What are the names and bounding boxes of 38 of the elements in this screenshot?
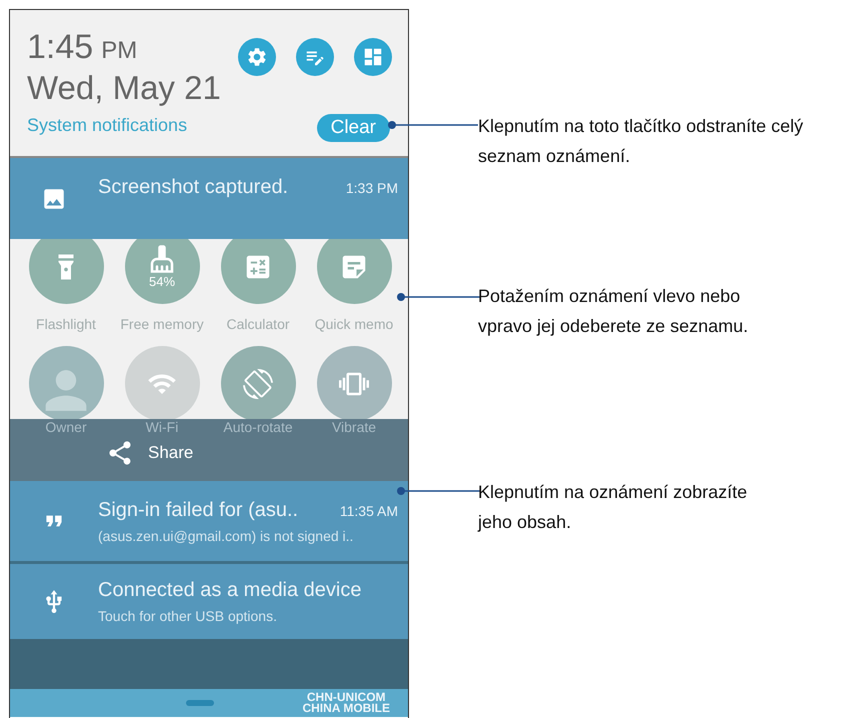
share-label: Share — [148, 443, 194, 463]
quick-setting-toggle[interactable]: 54% — [124, 239, 200, 304]
quick-setting-label: Quick memo — [314, 316, 394, 332]
quick-setting-label: Vibrate — [332, 419, 376, 435]
quick-setting-label: Owner — [45, 419, 87, 435]
share-bar[interactable]: Owner Wi-Fi Auto-rotate Vibrate Share — [10, 419, 408, 481]
notification-time: 11:35 AM — [340, 502, 398, 518]
grid-icon — [362, 46, 384, 68]
quick-setting-label: Calculator — [226, 316, 290, 332]
system-notifications-link[interactable]: System notifications — [27, 115, 188, 136]
callout-text: Potažením oznámení vlevo nebo vpravo jej odeberete ze seznamu. — [478, 285, 750, 338]
notification-card[interactable]: Connected as a media device Touch for other USB options. — [10, 564, 408, 639]
settings-button[interactable] — [238, 38, 276, 76]
notification-card[interactable]: Screenshot captured. 1:33 PM — [10, 158, 408, 239]
notification-time: 1:33 PM — [346, 180, 398, 196]
rotate-icon — [243, 368, 273, 398]
carrier-name: CHN-UNICOM — [306, 692, 386, 703]
clear-button[interactable]: Clear — [316, 114, 390, 142]
notification-text: Touch for other USB options. — [98, 608, 278, 624]
grid-button[interactable] — [354, 38, 392, 76]
drag-handle[interactable] — [186, 700, 214, 706]
quick-setting-label: Auto-rotate — [223, 419, 293, 435]
quick-setting-label: Flashlight — [36, 316, 96, 332]
notification-text: (asus.zen.ui@gmail.com) is not signed i.. — [98, 528, 354, 544]
notification-title: Connected as a media device — [98, 579, 362, 602]
callout-text: Klepnutím na toto tlačítko odstraníte celý seznam oznámení. — [478, 115, 804, 168]
carrier-name: CHINA MOBILE — [302, 703, 390, 714]
notification-title: Screenshot captured. — [98, 176, 288, 199]
clock-time: 1:45 — [27, 28, 94, 67]
notification-card[interactable]: Sign-in failed for (asu.. 11:35 AM (asus.zen.ui@gmail.com) is not signed i.. — [10, 481, 408, 561]
quick-setting-label: Free memory — [120, 316, 204, 332]
edit-note-button[interactable] — [296, 38, 334, 76]
quick-setting-label: Wi-Fi — [146, 419, 178, 435]
date-text: Wed, May 21 — [27, 69, 222, 107]
clock-meridiem: PM — [101, 37, 138, 65]
notification-title: Sign-in failed for (asu.. — [98, 498, 298, 522]
callout-text: Klepnutím na oznámení zobrazíte jeho obsah. — [478, 481, 748, 534]
settings-icon — [246, 46, 268, 68]
